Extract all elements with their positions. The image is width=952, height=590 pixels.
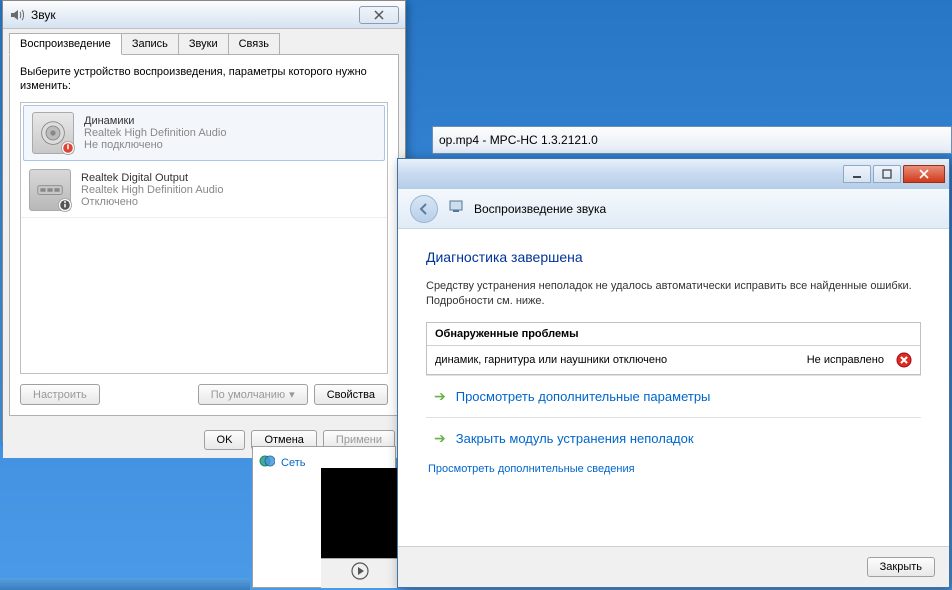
tab-content: Выберите устройство воспроизведения, пар… xyxy=(9,54,399,416)
problems-header: Обнаруженные проблемы xyxy=(427,323,920,346)
device-info: Динамики Realtek High Definition Audio Н… xyxy=(84,115,376,151)
problems-box: Обнаруженные проблемы динамик, гарнитура… xyxy=(426,322,921,375)
device-item[interactable]: Динамики Realtek High Definition Audio Н… xyxy=(23,105,385,161)
close-module-label: Закрыть модуль устранения неполадок xyxy=(456,431,694,446)
device-list: Динамики Realtek High Definition Audio Н… xyxy=(20,102,388,374)
speaker-icon xyxy=(32,112,74,154)
close-module-link[interactable]: ➔ Закрыть модуль устранения неполадок xyxy=(426,417,921,459)
tab-record[interactable]: Запись xyxy=(121,33,179,54)
disabled-badge-icon xyxy=(58,198,72,212)
sound-title: Звук xyxy=(31,8,359,22)
tab-playback[interactable]: Воспроизведение xyxy=(9,33,122,55)
default-label: По умолчанию xyxy=(211,389,285,401)
back-button[interactable] xyxy=(410,195,438,223)
globe-icon xyxy=(259,453,275,472)
media-dark-area xyxy=(321,468,399,558)
device-name: Realtek Digital Output xyxy=(81,172,379,184)
problem-status: Не исправлено xyxy=(807,354,884,366)
error-icon xyxy=(896,352,912,368)
device-status: Не подключено xyxy=(84,139,376,151)
network-label: Сеть xyxy=(281,457,305,469)
instruction-text: Выберите устройство воспроизведения, пар… xyxy=(20,65,388,94)
view-params-label: Просмотреть дополнительные параметры xyxy=(456,389,711,404)
sound-icon xyxy=(9,7,25,23)
close-button[interactable] xyxy=(903,165,945,183)
taskbar-fragment xyxy=(0,578,250,590)
troubleshooter-icon xyxy=(448,198,464,219)
tab-sounds[interactable]: Звуки xyxy=(178,33,229,54)
window-buttons xyxy=(843,165,945,183)
configure-button[interactable]: Настроить xyxy=(20,384,100,405)
troubleshooter-header: Воспроизведение звука xyxy=(398,189,949,229)
device-status: Отключено xyxy=(81,196,379,208)
view-params-link[interactable]: ➔ Просмотреть дополнительные параметры xyxy=(426,375,921,417)
ok-button[interactable]: OK xyxy=(204,430,246,450)
mpc-title: op.mp4 - MPC-HC 1.3.2121.0 xyxy=(439,133,598,147)
problem-row: динамик, гарнитура или наушники отключен… xyxy=(427,346,920,374)
sound-dialog: Звук Воспроизведение Запись Звуки Связь … xyxy=(2,0,406,442)
media-controls xyxy=(321,558,399,588)
default-button[interactable]: По умолчанию ▾ xyxy=(198,384,308,405)
troubleshooter-titlebar[interactable] xyxy=(398,159,949,189)
button-row: Настроить По умолчанию ▾ Свойства xyxy=(20,384,388,405)
minimize-button[interactable] xyxy=(843,165,871,183)
tab-comm[interactable]: Связь xyxy=(228,33,280,54)
diagnostic-title: Диагностика завершена xyxy=(426,249,921,265)
mpc-titlebar: op.mp4 - MPC-HC 1.3.2121.0 xyxy=(432,126,952,154)
disconnected-badge-icon xyxy=(61,141,75,155)
digital-output-icon xyxy=(29,169,71,211)
close-button[interactable]: Закрыть xyxy=(867,557,935,577)
troubleshooter-title: Воспроизведение звука xyxy=(474,202,606,216)
more-info-link[interactable]: Просмотреть дополнительные сведения xyxy=(426,463,921,475)
device-name: Динамики xyxy=(84,115,376,127)
properties-button[interactable]: Свойства xyxy=(314,384,388,405)
maximize-button[interactable] xyxy=(873,165,901,183)
tabs: Воспроизведение Запись Звуки Связь xyxy=(3,29,405,54)
close-button[interactable] xyxy=(359,6,399,24)
device-info: Realtek Digital Output Realtek High Defi… xyxy=(81,172,379,208)
device-item[interactable]: Realtek Digital Output Realtek High Defi… xyxy=(21,163,387,218)
arrow-right-icon: ➔ xyxy=(434,388,446,405)
diagnostic-description: Средству устранения неполадок не удалось… xyxy=(426,279,921,310)
device-desc: Realtek High Definition Audio xyxy=(84,127,376,139)
device-desc: Realtek High Definition Audio xyxy=(81,184,379,196)
troubleshooter-body: Диагностика завершена Средству устранени… xyxy=(398,229,949,587)
arrow-right-icon: ➔ xyxy=(434,430,446,447)
troubleshooter-footer: Закрыть xyxy=(398,546,949,587)
problem-text: динамик, гарнитура или наушники отключен… xyxy=(435,354,807,366)
play-icon[interactable] xyxy=(350,561,370,586)
sound-titlebar[interactable]: Звук xyxy=(3,1,405,29)
chevron-down-icon: ▾ xyxy=(289,388,295,401)
troubleshooter-window: Воспроизведение звука Диагностика заверш… xyxy=(397,158,950,588)
